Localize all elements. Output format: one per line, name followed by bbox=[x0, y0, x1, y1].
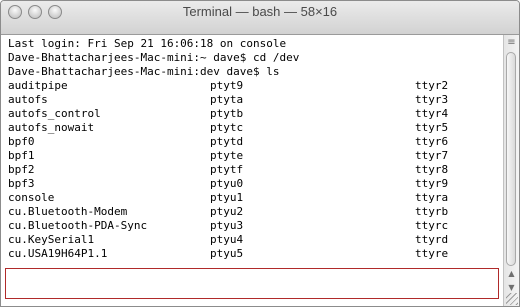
ls-entry: ptytc bbox=[210, 121, 244, 134]
ls-row: bpf3 ptyu0 ttyr9 bbox=[1, 177, 504, 191]
ls-entry: bpf1 bbox=[8, 149, 35, 162]
ls-entry: bpf2 bbox=[8, 163, 35, 176]
ls-entry: ptytd bbox=[210, 135, 244, 148]
ls-row: bpf0 ptytd ttyr6 bbox=[1, 135, 504, 149]
ls-entry: ttyr8 bbox=[415, 163, 449, 176]
scroll-down-arrow[interactable]: ▼ bbox=[505, 283, 518, 292]
terminal-window: Terminal — bash — 58×16 Last login: Fri … bbox=[0, 0, 520, 307]
ls-entry: ptyu2 bbox=[210, 205, 244, 218]
ls-entry: autofs_nowait bbox=[8, 121, 95, 134]
ls-entry: auditpipe bbox=[8, 79, 68, 92]
last-login-line: Last login: Fri Sep 21 16:06:18 on conso… bbox=[8, 37, 287, 50]
title-bar[interactable]: Terminal — bash — 58×16 bbox=[1, 1, 519, 35]
highlight-box bbox=[5, 268, 499, 299]
ls-entry: ttyr7 bbox=[415, 149, 449, 162]
ls-entry: ptytf bbox=[210, 163, 244, 176]
ls-entry: ttyr2 bbox=[415, 79, 449, 92]
ls-row: cu.Bluetooth-PDA-Sync ptyu3 ttyrc bbox=[1, 219, 504, 233]
command-line-ls: Dave-Bhattacharjees-Mac-mini:dev dave$ l… bbox=[8, 65, 280, 78]
ls-entry: ttyr9 bbox=[415, 177, 449, 190]
ls-row: cu.USA19H64P1.1 ptyu5 ttyre bbox=[1, 247, 504, 261]
ls-row: auditpipe ptyt9 ttyr2 bbox=[1, 79, 504, 93]
ls-row: bpf1 ptyte ttyr7 bbox=[1, 149, 504, 163]
ls-entry: ptyu1 bbox=[210, 191, 244, 204]
ls-row: autofs_control ptytb ttyr4 bbox=[1, 107, 504, 121]
ls-row: cu.Bluetooth-Modem ptyu2 ttyrb bbox=[1, 205, 504, 219]
ls-entry: cu.KeySerial1 bbox=[8, 233, 95, 246]
ls-row: autofs_nowait ptytc ttyr5 bbox=[1, 121, 504, 135]
ls-entry: ttyr6 bbox=[415, 135, 449, 148]
ls-entry: ttyra bbox=[415, 191, 449, 204]
vertical-scrollbar[interactable]: ≡ ▲ ▼ bbox=[503, 35, 519, 306]
ls-entry: autofs_control bbox=[8, 107, 101, 120]
ls-entry: ptyt9 bbox=[210, 79, 244, 92]
ls-entry: ptyte bbox=[210, 149, 244, 162]
ls-row: autofs ptyta ttyr3 bbox=[1, 93, 504, 107]
ls-entry: bpf0 bbox=[8, 135, 35, 148]
scrollbar-thumb[interactable] bbox=[506, 52, 516, 266]
ls-row: bpf2 ptytf ttyr8 bbox=[1, 163, 504, 177]
ls-entry: bpf3 bbox=[8, 177, 35, 190]
resize-grip[interactable] bbox=[506, 293, 518, 305]
ls-entry: ttyr5 bbox=[415, 121, 449, 134]
ls-entry: ptyu0 bbox=[210, 177, 244, 190]
ls-entry: ptyu5 bbox=[210, 247, 244, 260]
terminal-output[interactable]: Last login: Fri Sep 21 16:06:18 on conso… bbox=[1, 35, 504, 306]
ls-entry: autofs bbox=[8, 93, 48, 106]
scroll-top-marker: ≡ bbox=[507, 37, 516, 48]
ls-entry: ptyu3 bbox=[210, 219, 244, 232]
ls-entry: ptyta bbox=[210, 93, 244, 106]
ls-entry: ttyrc bbox=[415, 219, 449, 232]
ls-entry: ttyre bbox=[415, 247, 449, 260]
ls-entry: cu.Bluetooth-Modem bbox=[8, 205, 128, 218]
ls-entry: ptyu4 bbox=[210, 233, 244, 246]
ls-entry: ttyrb bbox=[415, 205, 449, 218]
ls-entry: console bbox=[8, 191, 55, 204]
ls-entry: cu.Bluetooth-PDA-Sync bbox=[8, 219, 148, 232]
command-line-cd: Dave-Bhattacharjees-Mac-mini:~ dave$ cd … bbox=[8, 51, 300, 64]
ls-entry: ptytb bbox=[210, 107, 244, 120]
ls-row: cu.KeySerial1 ptyu4 ttyrd bbox=[1, 233, 504, 247]
window-title: Terminal — bash — 58×16 bbox=[182, 4, 338, 19]
ls-entry: ttyr4 bbox=[415, 107, 449, 120]
ls-entry: ttyr3 bbox=[415, 93, 449, 106]
scroll-up-arrow[interactable]: ▲ bbox=[505, 269, 518, 278]
ls-entry: cu.USA19H64P1.1 bbox=[8, 247, 108, 260]
ls-row: console ptyu1 ttyra bbox=[1, 191, 504, 205]
ls-entry: ttyrd bbox=[415, 233, 449, 246]
